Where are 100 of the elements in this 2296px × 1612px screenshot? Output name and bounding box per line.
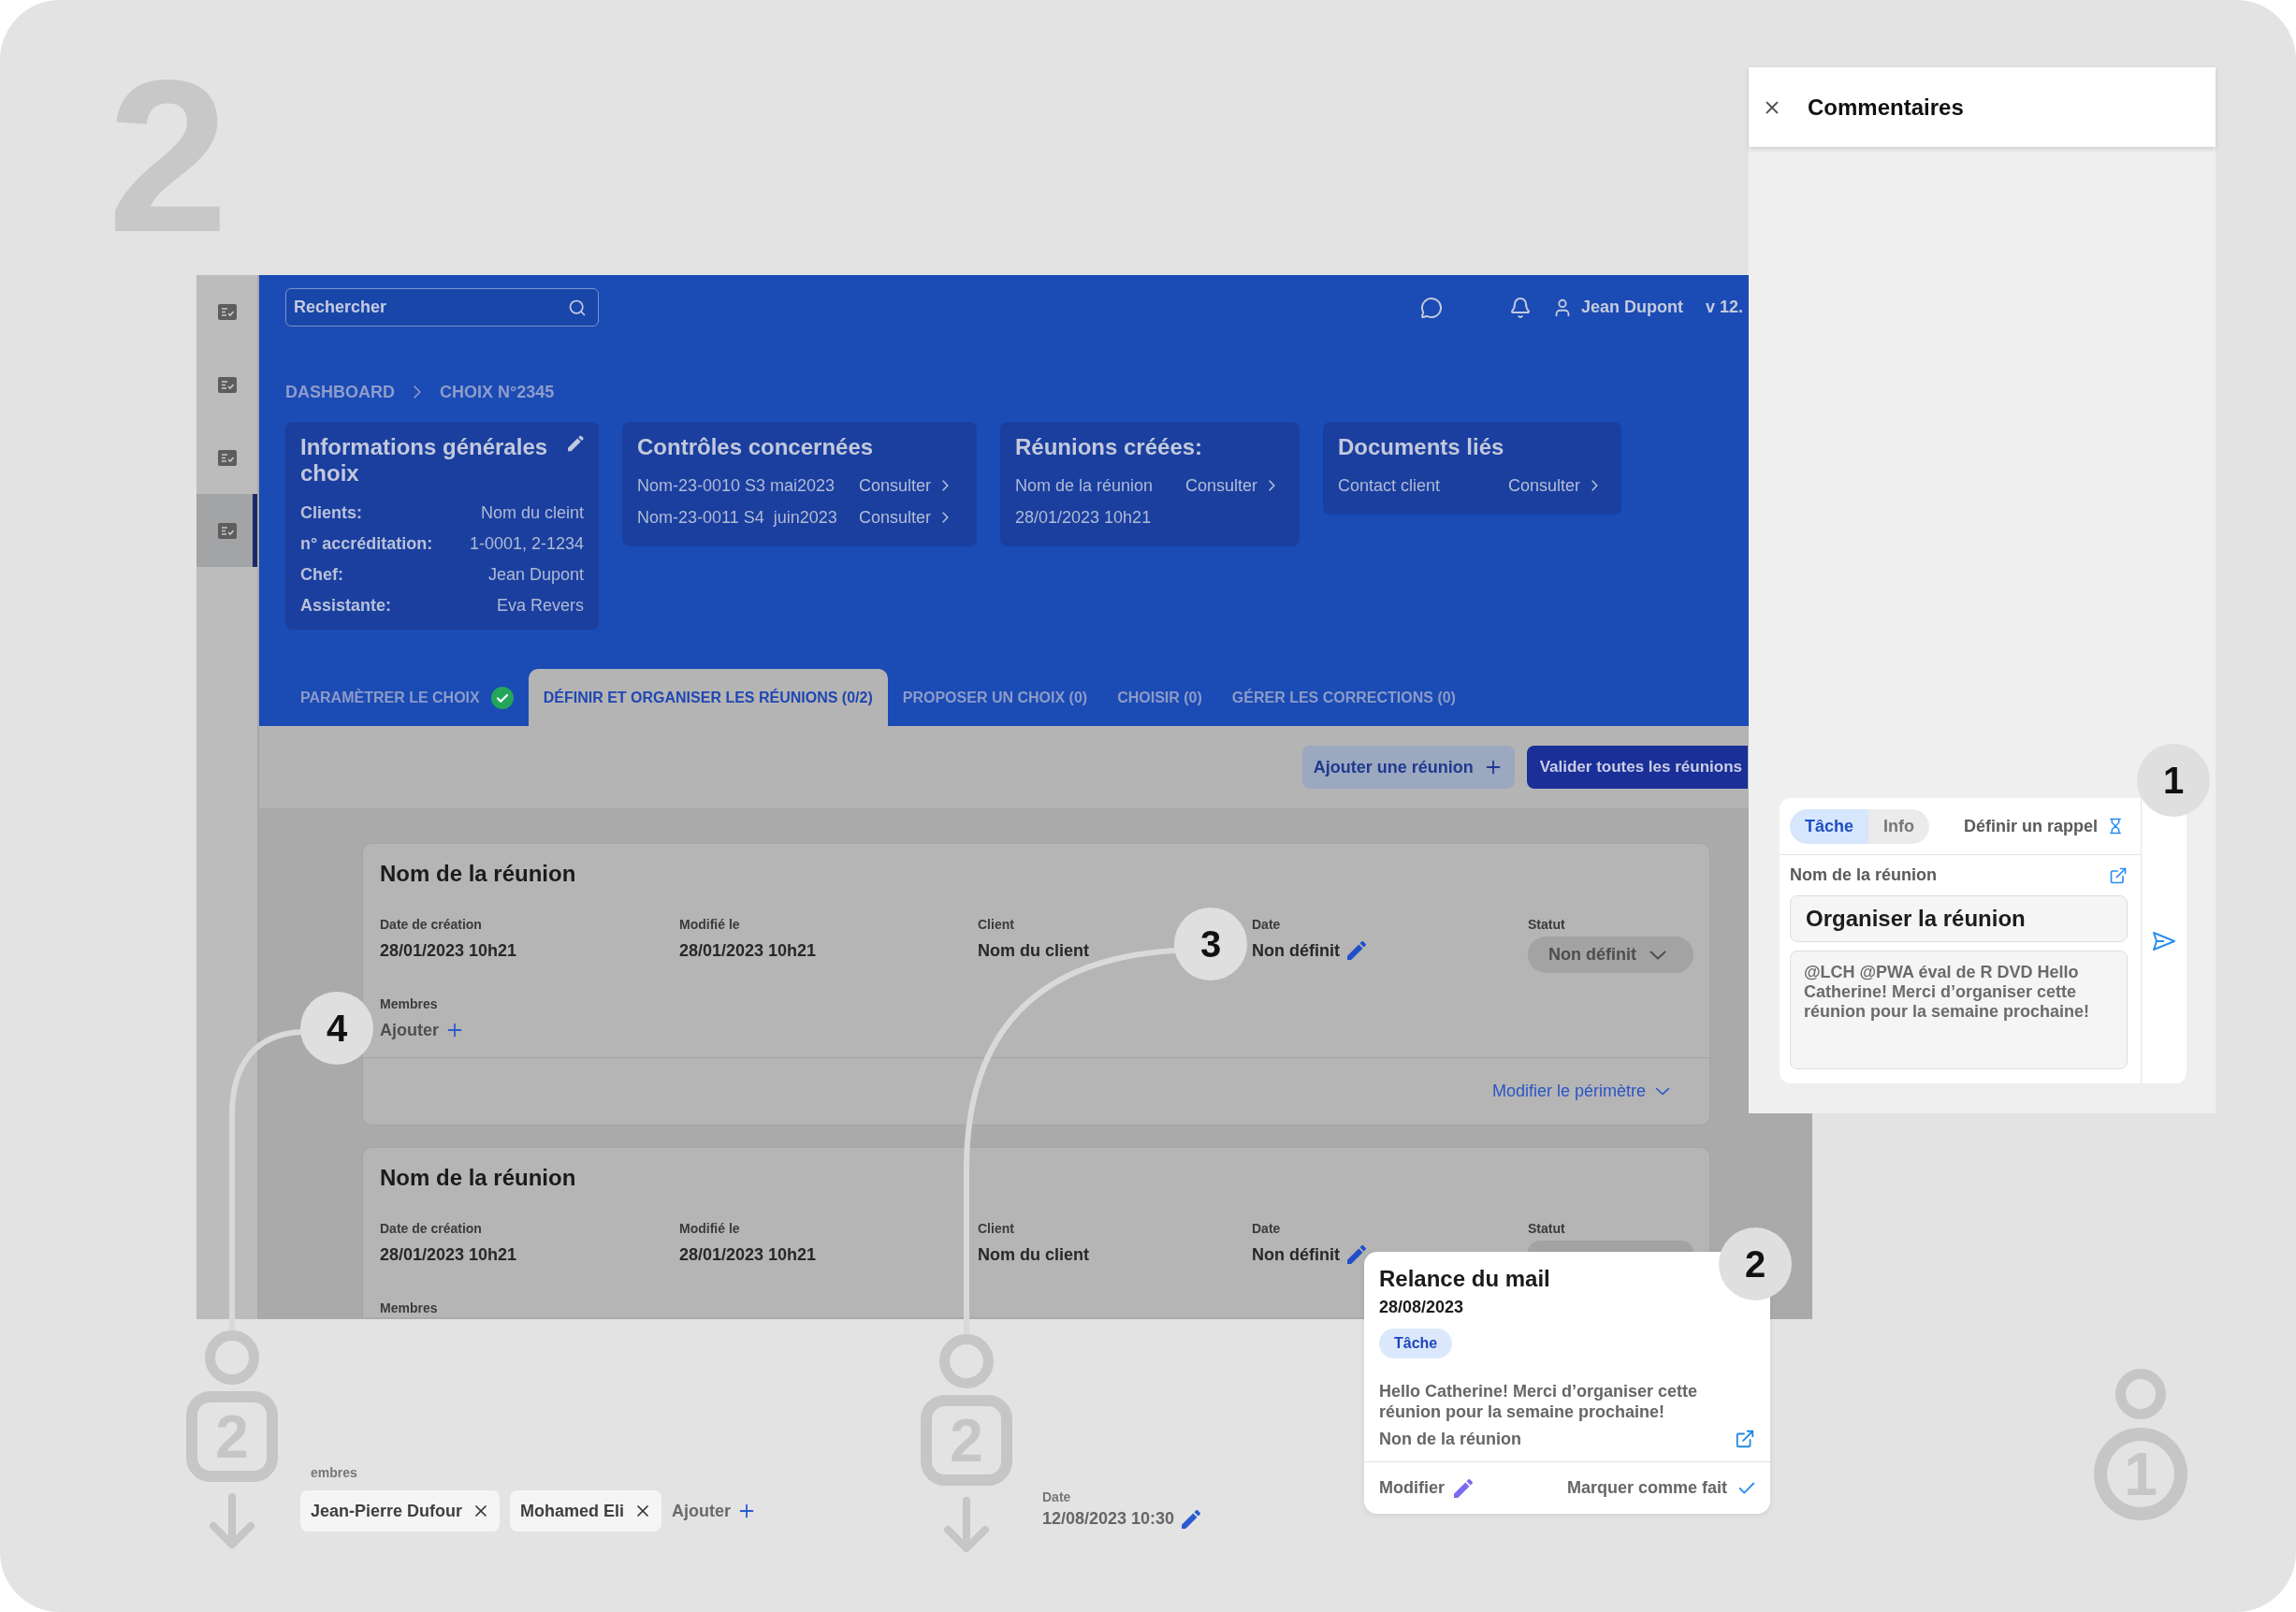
field-value: 12/08/2023 10:30 — [1042, 1509, 1175, 1529]
checklist-icon — [217, 376, 237, 393]
field-label: Date de création — [380, 1220, 482, 1238]
consult-link[interactable]: Consulter — [859, 507, 950, 528]
add-meeting-button[interactable]: Ajouter une réunion — [1301, 746, 1515, 789]
row-text: Contact client — [1338, 475, 1442, 496]
consult-link[interactable]: Consulter — [1508, 475, 1599, 496]
field-label: Membres — [380, 995, 438, 1013]
add-member-button[interactable]: Ajouter — [672, 1501, 758, 1521]
field-label: Date de création — [380, 916, 482, 934]
field-label: Modifié le — [679, 1220, 740, 1238]
pencil-icon[interactable] — [568, 434, 584, 453]
card-title: Contrôles concernées — [637, 434, 874, 460]
tab[interactable]: PROPOSER UN CHOIX (0) — [887, 669, 1103, 726]
ring-icon — [2115, 1369, 2166, 1419]
field-label: Nom de la réunion — [1790, 865, 1938, 885]
field-value: 28/01/2023 10h21 — [380, 940, 517, 962]
field-label: Client — [978, 916, 1014, 934]
edit-button[interactable]: Modifier — [1379, 1478, 1473, 1498]
add-member-button[interactable]: Ajouter — [380, 1018, 465, 1042]
field-label: Client — [978, 1220, 1014, 1238]
status-dropdown[interactable]: Non définit — [1528, 937, 1693, 973]
type-tag: Tâche — [1379, 1329, 1453, 1358]
sidebar-item[interactable] — [196, 494, 257, 567]
consult-link[interactable]: Consulter — [1185, 475, 1276, 496]
breadcrumb-link[interactable]: CHOIX N°2345 — [440, 382, 555, 402]
pencil-icon[interactable] — [1182, 1509, 1201, 1529]
tab[interactable]: GÉRER LES CORRECTIONS (0) — [1216, 669, 1471, 726]
down-arrow-icon — [943, 1497, 990, 1553]
field-label: Date — [1042, 1489, 1071, 1506]
chevron-down-icon — [1649, 950, 1666, 960]
search-field[interactable]: Rechercher — [285, 288, 599, 327]
message-field[interactable]: @LCH @PWA éval de R DVD Hello Catherine! Merci d’organiser cette réunion pour la semaine prochaine! — [1790, 951, 2128, 1069]
field-value: Nom du client — [978, 940, 1089, 962]
card-title: Documents liés — [1338, 434, 1504, 460]
chevron-right-icon — [942, 480, 950, 491]
pencil-icon — [1454, 1478, 1473, 1498]
field-value: Non définit — [1252, 940, 1340, 962]
field-label: Chef: — [300, 565, 343, 585]
field-label: Membres — [380, 1300, 438, 1317]
field-label: n° accréditation: — [300, 534, 433, 554]
checklist-icon — [217, 303, 237, 320]
down-arrow-icon — [209, 1493, 255, 1549]
ring-icon — [205, 1330, 259, 1385]
external-link-icon[interactable] — [1735, 1429, 1755, 1449]
card-title: Relance du mail — [1379, 1265, 1550, 1293]
message-text: Hello Catherine! Merci d’organiser cette réunion pour la semaine prochaine! — [1379, 1381, 1699, 1422]
member-chip[interactable]: Jean-Pierre Dufour — [300, 1490, 501, 1532]
field-value: 1-0001, 2-1234 — [469, 534, 584, 554]
field-label: embres — [311, 1464, 357, 1482]
field-label: Clients: — [300, 503, 362, 523]
field-value: 28/01/2023 10h21 — [679, 940, 817, 962]
pencil-icon[interactable] — [1347, 1245, 1366, 1264]
scope-link[interactable]: Modifier le périmètre — [1491, 1082, 1670, 1101]
title-input[interactable]: Organiser la réunion — [1790, 895, 2128, 942]
field-label: Statut — [1528, 1220, 1565, 1238]
search-icon — [568, 298, 587, 317]
chevron-right-icon — [414, 385, 421, 399]
checklist-icon — [217, 522, 237, 539]
bell-icon[interactable] — [1509, 296, 1532, 319]
field-value: Jean Dupont — [487, 565, 584, 585]
chevron-down-icon — [1655, 1087, 1670, 1096]
member-chip[interactable]: Mohamed Eli — [510, 1490, 662, 1532]
field-value: Nom du client — [978, 1244, 1089, 1266]
tab[interactable]: DÉFINIR ET ORGANISER LES RÉUNIONS (0/2) — [528, 669, 888, 726]
field-value: 28/01/2023 10h21 — [380, 1244, 517, 1266]
card-title: Informations générales choix — [300, 434, 549, 487]
reminder-button[interactable]: Définir un rappel — [1964, 816, 2124, 836]
meeting-link[interactable]: Non de la réunion — [1379, 1429, 1521, 1449]
row-text: Nom-23-0011 S4 juin2023 — [637, 507, 838, 528]
version-label: v 12. — [1706, 298, 1744, 317]
meeting-title: Nom de la réunion — [380, 860, 577, 888]
field-value: Eva Revers — [496, 596, 584, 616]
chat-bubble-icon[interactable] — [1420, 296, 1443, 319]
field-label: Date — [1252, 1220, 1281, 1238]
checklist-icon — [217, 449, 237, 466]
mark-done-button[interactable]: Marquer comme fait — [1566, 1477, 1757, 1499]
validate-button[interactable]: Valider toutes les réunions — [1526, 746, 1748, 789]
panel-title: Commentaires — [1808, 94, 1964, 121]
segment-tab[interactable]: Info — [1868, 808, 1930, 844]
tab[interactable]: CHOISIR (0) — [1102, 669, 1217, 726]
field-label: Date — [1252, 916, 1281, 934]
breadcrumb-link[interactable]: DASHBOARD — [285, 382, 395, 402]
field-label: Modifié le — [679, 916, 740, 934]
segment-tab[interactable]: Tâche — [1790, 808, 1869, 844]
row-text: 28/01/2023 10h21 — [1015, 507, 1153, 528]
field-value: 28/01/2023 10h21 — [679, 1244, 817, 1266]
chevron-right-icon — [1591, 480, 1599, 491]
pencil-icon[interactable] — [1347, 941, 1366, 960]
external-link-icon[interactable] — [2109, 865, 2128, 885]
card-date: 28/08/2023 — [1379, 1297, 1464, 1318]
ring-icon — [939, 1334, 994, 1388]
field-label: Statut — [1528, 916, 1565, 934]
user-menu[interactable]: Jean Dupont — [1552, 297, 1683, 318]
consult-link[interactable]: Consulter — [859, 475, 950, 496]
card-title: Réunions créées: — [1015, 434, 1203, 460]
chevron-right-icon — [1269, 480, 1276, 491]
tab[interactable]: PARAMÈTRER LE CHOIX — [285, 669, 529, 726]
send-icon[interactable] — [2152, 930, 2176, 951]
field-value: Nom du cleint — [480, 503, 584, 523]
